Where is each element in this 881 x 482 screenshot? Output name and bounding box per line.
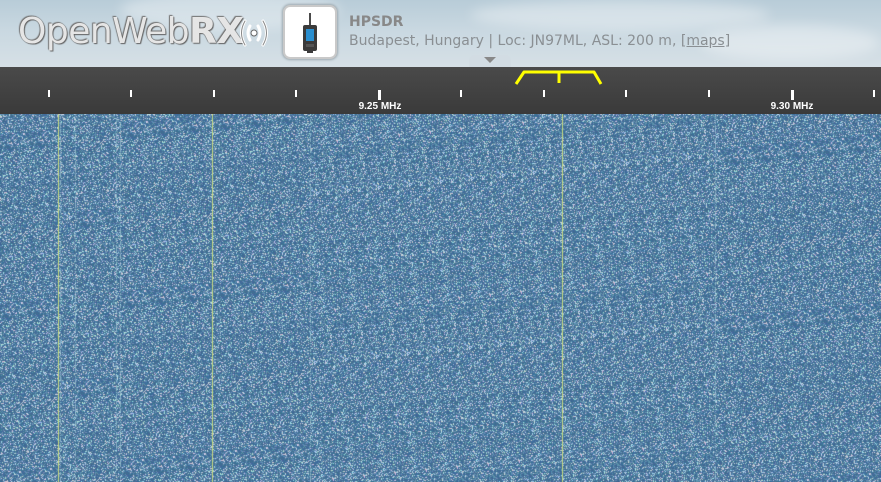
scale-major-tick: [791, 90, 794, 100]
scale-minor-tick: [460, 90, 462, 97]
receiver-location-text: Budapest, Hungary | Loc: JN97ML, ASL: 20…: [349, 33, 677, 49]
openwebrx-logo[interactable]: OpenWebRX: [18, 12, 244, 52]
scale-minor-tick: [48, 90, 50, 97]
scale-label: 9.25 MHz: [359, 101, 402, 112]
waterfall-canvas: [0, 114, 881, 482]
passband-marker[interactable]: [514, 70, 603, 85]
waterfall-display[interactable]: [0, 114, 881, 482]
chevron-down-icon: [484, 57, 496, 63]
receiver-title: HPSDR: [349, 14, 404, 30]
receiver-description: Budapest, Hungary | Loc: JN97ML, ASL: 20…: [349, 33, 730, 49]
scale-ticks: [48, 90, 875, 100]
receiver-avatar[interactable]: [285, 7, 335, 57]
frequency-scale[interactable]: 9.25 MHz 9.30 MHz: [0, 67, 881, 114]
maps-link[interactable]: [maps]: [681, 33, 730, 49]
scale-minor-tick: [130, 90, 132, 97]
top-bar: OpenWebRX HPSDR Budapest, Hungary | Loc:…: [0, 0, 881, 67]
scale-minor-tick: [295, 90, 297, 97]
logo-text-open: Open: [18, 11, 113, 52]
open-panel-toggle[interactable]: [469, 55, 511, 67]
scale-minor-tick: [873, 90, 875, 97]
scale-minor-tick: [625, 90, 627, 97]
scale-minor-tick: [543, 90, 545, 97]
background-cloud: [470, 0, 770, 30]
frequency-scale-canvas: 9.25 MHz 9.30 MHz: [48, 70, 875, 112]
scale-minor-tick: [213, 90, 215, 97]
handheld-radio-icon: [303, 13, 317, 53]
scale-major-tick: [378, 90, 381, 100]
scale-minor-tick: [708, 90, 710, 97]
scale-label: 9.30 MHz: [771, 101, 814, 112]
radio-waves-icon: [240, 19, 268, 47]
logo-text-web: Web: [112, 11, 190, 52]
